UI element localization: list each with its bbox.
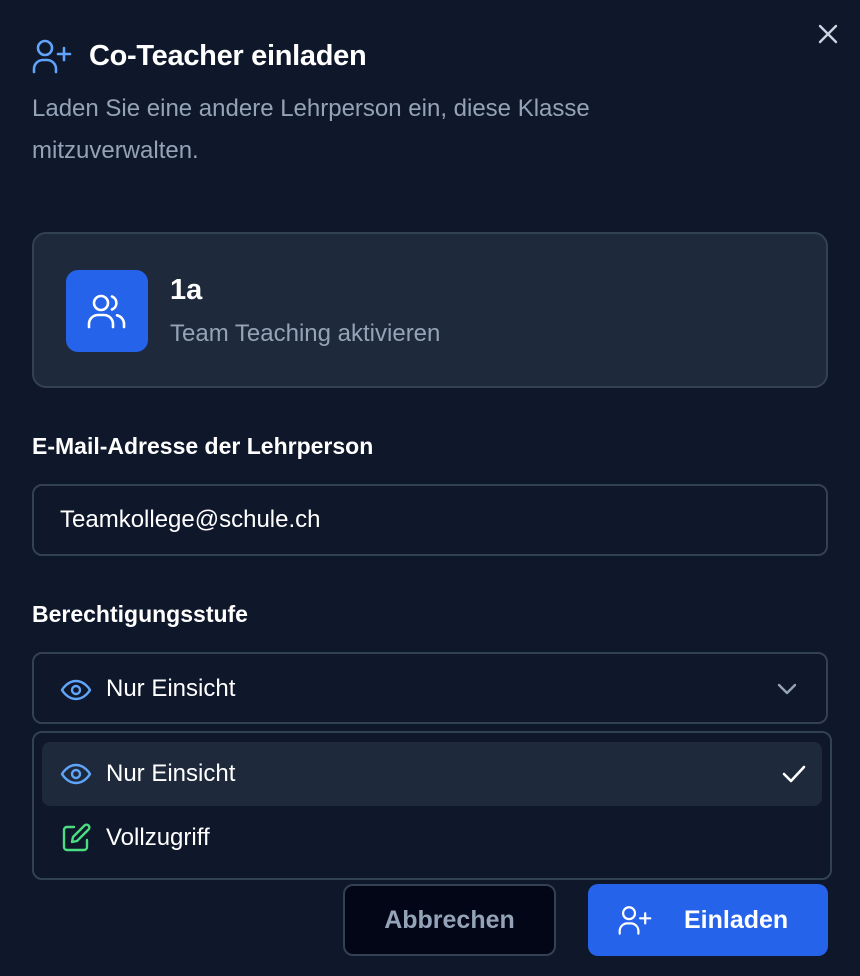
user-plus-icon [32,38,72,74]
permission-option-view-only[interactable]: Nur Einsicht [42,742,822,806]
eye-icon [60,674,92,706]
dialog-title: Co-Teacher einladen [89,40,367,72]
class-card: 1a Team Teaching aktivieren [32,232,828,388]
check-icon [780,760,808,788]
permission-dropdown: Nur Einsicht Vollzugriff [32,731,832,880]
email-field-wrapper [32,484,828,556]
edit-icon [60,822,92,854]
permission-option-full-access[interactable]: Vollzugriff [42,806,822,870]
permission-label: Berechtigungsstufe [32,601,248,627]
close-button[interactable] [814,22,842,50]
cancel-button[interactable]: Abbrechen [343,884,556,956]
option-label: Vollzugriff [106,824,210,851]
class-subtitle: Team Teaching aktivieren [170,320,441,347]
close-icon [817,23,839,50]
chevron-down-icon [774,676,800,702]
invite-button-label: Einladen [684,906,789,934]
invite-button[interactable]: Einladen [588,884,828,956]
eye-icon [60,758,92,790]
dialog-subtitle: Laden Sie eine andere Lehrperson ein, di… [32,95,590,164]
email-label: E-Mail-Adresse der Lehrperson [32,433,374,459]
class-name: 1a [170,274,203,306]
users-icon [66,270,148,352]
user-plus-icon [618,904,652,936]
invite-co-teacher-dialog: Co-Teacher einladen Laden Sie eine ander… [0,0,860,976]
email-field[interactable] [34,486,826,554]
option-label: Nur Einsicht [106,760,236,787]
permission-select[interactable]: Nur Einsicht [32,652,828,724]
permission-selected-value: Nur Einsicht [106,675,236,702]
